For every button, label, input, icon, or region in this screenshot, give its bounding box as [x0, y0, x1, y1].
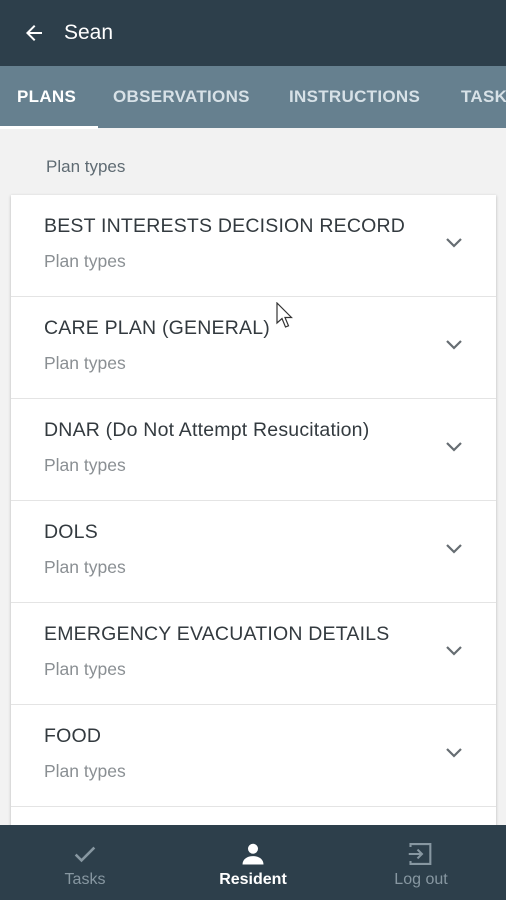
plan-subtitle: Plan types [44, 251, 126, 271]
plan-subtitle: Plan types [44, 659, 126, 679]
mouse-pointer-icon [276, 302, 293, 328]
arrow-left-icon [26, 25, 42, 41]
plan-title: DNAR (Do Not Attempt Resucitation) [44, 419, 370, 441]
nav-label: Resident [219, 871, 287, 888]
plan-subtitle: Plan types [44, 761, 126, 781]
plan-subtitle: Plan types [44, 353, 126, 373]
plan-item[interactable]: EMERGENCY EVACUATION DETAILS Plan types [11, 603, 496, 705]
nav-label: Tasks [64, 871, 106, 888]
chevron-down-icon[interactable] [444, 746, 464, 760]
plan-list: BEST INTERESTS DECISION RECORD Plan type… [11, 195, 496, 825]
nav-tasks[interactable]: Tasks [1, 825, 169, 900]
plan-item[interactable]: FOOD Plan types [11, 705, 496, 807]
plan-item[interactable]: DNAR (Do Not Attempt Resucitation) Plan … [11, 399, 496, 501]
plan-item[interactable]: BEST INTERESTS DECISION RECORD Plan type… [11, 195, 496, 297]
nav-resident[interactable]: Resident [169, 825, 337, 900]
bottom-navigation: Tasks Resident Log out [0, 825, 506, 900]
plan-title: DOLS [44, 521, 98, 543]
tab-bar: PLANS OBSERVATIONS INSTRUCTIONS TASKS [0, 66, 506, 128]
logout-icon [406, 839, 436, 869]
chevron-down-icon[interactable] [444, 644, 464, 658]
tab-instructions[interactable]: INSTRUCTIONS [289, 66, 420, 128]
plan-title: CARE PLAN (GENERAL) [44, 317, 270, 339]
plan-item[interactable]: CARE PLAN (GENERAL) Plan types [11, 297, 496, 399]
tab-plans[interactable]: PLANS [17, 66, 76, 128]
page-title: Sean [64, 21, 114, 44]
section-label: Plan types [46, 157, 126, 176]
plan-title: BEST INTERESTS DECISION RECORD [44, 215, 406, 237]
back-button[interactable] [14, 13, 54, 53]
plan-item[interactable]: DOLS Plan types [11, 501, 496, 603]
check-icon [70, 839, 100, 869]
nav-logout[interactable]: Log out [337, 825, 505, 900]
chevron-down-icon[interactable] [444, 338, 464, 352]
chevron-down-icon[interactable] [444, 440, 464, 454]
plan-subtitle: Plan types [44, 455, 126, 475]
tab-tasks[interactable]: TASKS [461, 66, 506, 128]
tab-observations[interactable]: OBSERVATIONS [113, 66, 250, 128]
plan-title: FOOD [44, 725, 102, 747]
plan-subtitle: Plan types [44, 557, 126, 577]
plan-title: EMERGENCY EVACUATION DETAILS [44, 623, 390, 645]
app-root: Sean PLANS OBSERVATIONS INSTRUCTIONS TAS… [0, 0, 506, 900]
person-icon [238, 839, 268, 869]
plans-content: Plan types BEST INTERESTS DECISION RECOR… [0, 129, 506, 825]
nav-label: Log out [394, 871, 448, 888]
chevron-down-icon[interactable] [444, 542, 464, 556]
app-bar: Sean [0, 0, 506, 66]
chevron-down-icon[interactable] [444, 236, 464, 250]
